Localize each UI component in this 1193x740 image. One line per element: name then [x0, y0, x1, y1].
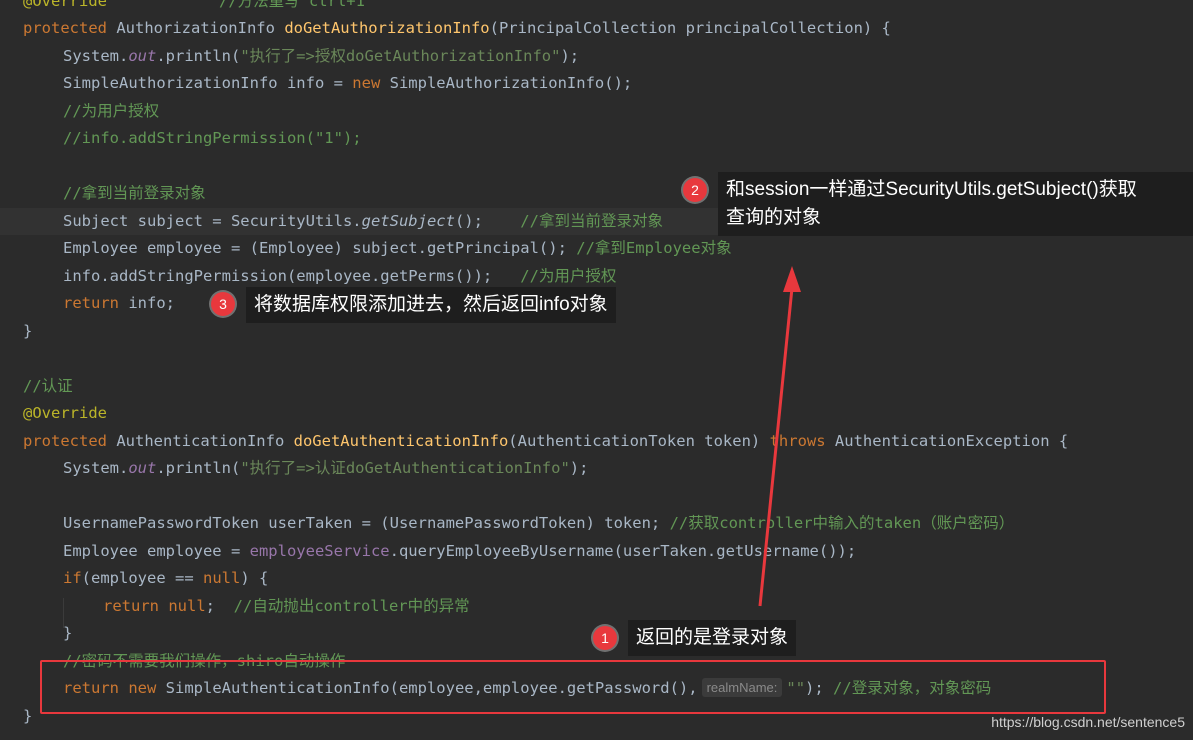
- callout-2-line2: 查询的对象: [726, 207, 822, 228]
- callout-2-line1: 和session一样通过SecurityUtils.getSubject()获取: [726, 179, 1137, 200]
- callout-1: 返回的是登录对象: [628, 620, 797, 656]
- callout-3: 将数据库权限添加进去，然后返回info对象: [246, 287, 616, 323]
- step-badge-2: 2: [683, 178, 707, 202]
- watermark: https://blog.csdn.net/sentence5: [991, 714, 1185, 730]
- step-badge-3: 3: [211, 292, 235, 316]
- callout-2: 和session一样通过SecurityUtils.getSubject()获取…: [718, 172, 1193, 236]
- step-badge-1: 1: [593, 626, 617, 650]
